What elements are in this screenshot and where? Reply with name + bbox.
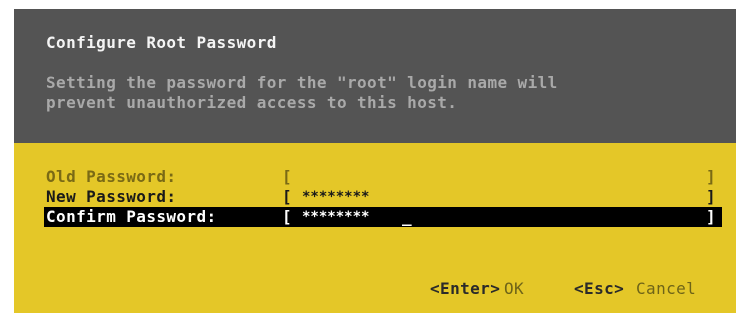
dialog-title: Configure Root Password xyxy=(46,33,277,52)
new-password-field[interactable]: New Password: [ ******** ] xyxy=(44,187,722,207)
old-password-label: Old Password: xyxy=(46,167,177,186)
confirm-password-label: Confirm Password: xyxy=(46,207,217,226)
esc-key-hint[interactable]: <Esc> xyxy=(574,279,624,299)
enter-key-hint[interactable]: <Enter> xyxy=(430,279,500,299)
new-password-bracket-open: [ xyxy=(282,187,293,206)
old-password-bracket-open: [ xyxy=(282,167,293,186)
confirm-password-field[interactable]: Confirm Password: [ ******** _ ] xyxy=(44,207,722,227)
dialog-description-line-2: prevent unauthorized access to this host… xyxy=(46,93,458,112)
dialog-body: Old Password: [ ] New Password: [ ******… xyxy=(14,143,736,313)
confirm-password-bracket-open: [ xyxy=(282,207,293,226)
cancel-button[interactable]: Cancel xyxy=(636,279,696,299)
dialog-description-line-1: Setting the password for the "root" logi… xyxy=(46,73,558,92)
new-password-value[interactable]: ******** xyxy=(302,187,369,207)
new-password-bracket-close: ] xyxy=(705,187,716,206)
new-password-label: New Password: xyxy=(46,187,177,206)
root-password-dialog: Configure Root Password Setting the pass… xyxy=(14,9,736,313)
text-cursor: _ xyxy=(402,207,412,226)
old-password-bracket-close: ] xyxy=(705,167,716,186)
dialog-header: Configure Root Password Setting the pass… xyxy=(14,9,736,143)
old-password-field[interactable]: Old Password: [ ] xyxy=(44,167,722,187)
ok-button[interactable]: OK xyxy=(504,279,524,299)
confirm-password-value[interactable]: ******** xyxy=(302,207,369,227)
confirm-password-bracket-close: ] xyxy=(705,207,716,226)
